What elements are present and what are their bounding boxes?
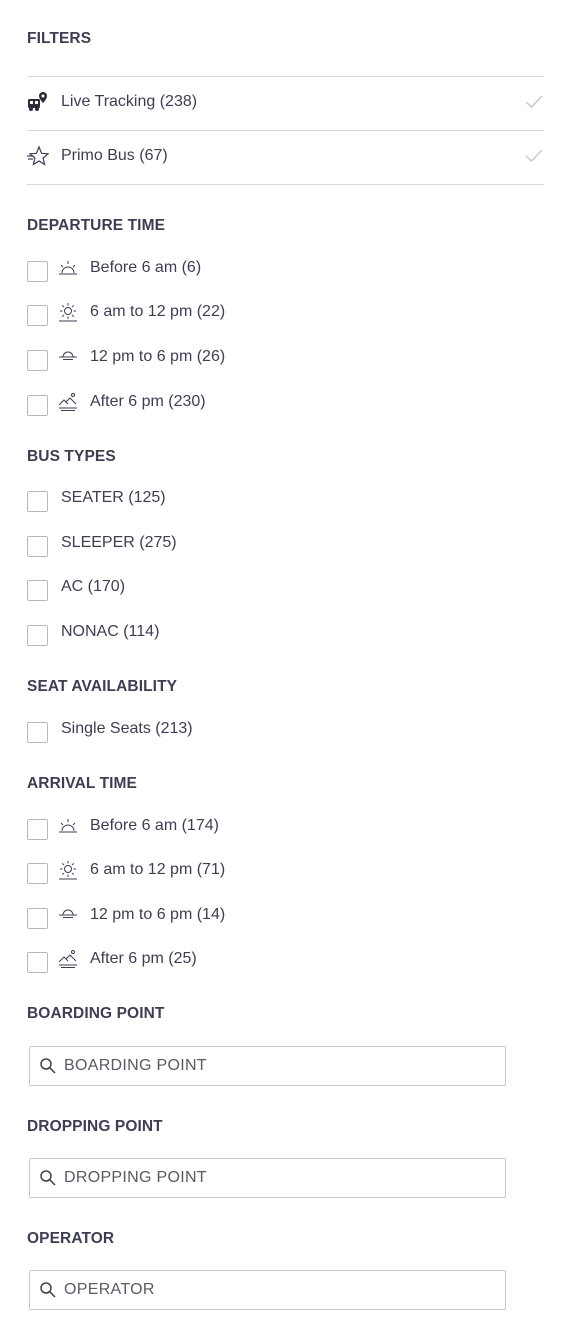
live-tracking-icon [27,91,49,113]
bus-types-heading: BUS TYPES [27,448,116,465]
checkbox[interactable] [27,907,48,929]
arrival-option-before-6am[interactable]: Before 6 am (174) [27,812,219,840]
checkbox[interactable] [27,394,48,416]
dropping-point-input[interactable] [64,1169,484,1187]
checkbox[interactable] [27,349,48,371]
bus-type-sleeper[interactable]: SLEEPER (275) [27,529,177,557]
option-label: After 6 pm (230) [90,393,206,410]
toggle-label: Primo Bus (67) [61,147,168,164]
option-label: NONAC (114) [61,623,160,640]
option-label: After 6 pm (25) [90,950,197,967]
divider [27,76,544,77]
dropping-point-search[interactable] [29,1158,506,1198]
option-label: SEATER (125) [61,489,166,506]
search-icon [39,1281,57,1299]
night-icon [57,391,79,413]
divider [27,130,544,131]
checkbox[interactable] [27,260,48,282]
search-icon [39,1169,57,1187]
boarding-point-search[interactable] [29,1046,506,1086]
option-label: 6 am to 12 pm (22) [90,303,226,320]
bus-type-seater[interactable]: SEATER (125) [27,484,166,512]
arrival-option-12pm-6pm[interactable]: 12 pm to 6 pm (14) [27,901,225,929]
option-label: SLEEPER (275) [61,534,177,551]
checkbox[interactable] [27,535,48,557]
bus-type-nonac[interactable]: NONAC (114) [27,618,159,646]
option-label: 12 pm to 6 pm (26) [90,348,226,365]
filters-heading: FILTERS [27,30,92,47]
checkbox[interactable] [27,721,48,743]
option-label: 12 pm to 6 pm (14) [90,906,226,923]
departure-option-before-6am[interactable]: Before 6 am (6) [27,254,201,282]
departure-option-6am-12pm[interactable]: 6 am to 12 pm (22) [27,298,225,326]
seat-availability-heading: SEAT AVAILABILITY [27,678,178,695]
option-label: AC (170) [61,578,126,595]
sunset-icon [57,904,79,926]
sunrise-icon [57,815,79,837]
check-icon [524,92,544,112]
departure-option-12pm-6pm[interactable]: 12 pm to 6 pm (26) [27,343,225,371]
sun-icon [57,301,79,323]
option-label: Before 6 am (6) [90,259,202,276]
boarding-point-input[interactable] [64,1057,484,1075]
departure-option-after-6pm[interactable]: After 6 pm (230) [27,388,206,416]
operator-search[interactable] [29,1270,506,1310]
arrival-option-after-6pm[interactable]: After 6 pm (25) [27,945,197,973]
checkbox[interactable] [27,579,48,601]
checkbox[interactable] [27,862,48,884]
sunset-icon [57,346,79,368]
toggle-live-tracking[interactable]: Live Tracking (238) [27,82,544,122]
operator-heading: OPERATOR [27,1230,115,1247]
checkbox[interactable] [27,490,48,512]
seat-option-single-seats[interactable]: Single Seats (213) [27,715,193,743]
sun-icon [57,859,79,881]
checkbox[interactable] [27,624,48,646]
toggle-label: Live Tracking (238) [61,93,198,110]
boarding-point-heading: BOARDING POINT [27,1005,165,1022]
divider [27,184,544,185]
checkbox[interactable] [27,951,48,973]
arrival-option-6am-12pm[interactable]: 6 am to 12 pm (71) [27,856,225,884]
arrival-time-heading: ARRIVAL TIME [27,775,137,792]
departure-time-heading: DEPARTURE TIME [27,217,166,234]
night-icon [57,948,79,970]
bus-type-ac[interactable]: AC (170) [27,573,125,601]
search-icon [39,1057,57,1075]
operator-input[interactable] [64,1281,484,1299]
sunrise-icon [57,257,79,279]
primo-star-icon [27,145,49,167]
option-label: Before 6 am (174) [90,817,219,834]
dropping-point-heading: DROPPING POINT [27,1118,163,1135]
check-icon [524,146,544,166]
option-label: Single Seats (213) [61,720,193,737]
checkbox[interactable] [27,818,48,840]
toggle-primo-bus[interactable]: Primo Bus (67) [27,136,544,176]
checkbox[interactable] [27,304,48,326]
option-label: 6 am to 12 pm (71) [90,861,226,878]
